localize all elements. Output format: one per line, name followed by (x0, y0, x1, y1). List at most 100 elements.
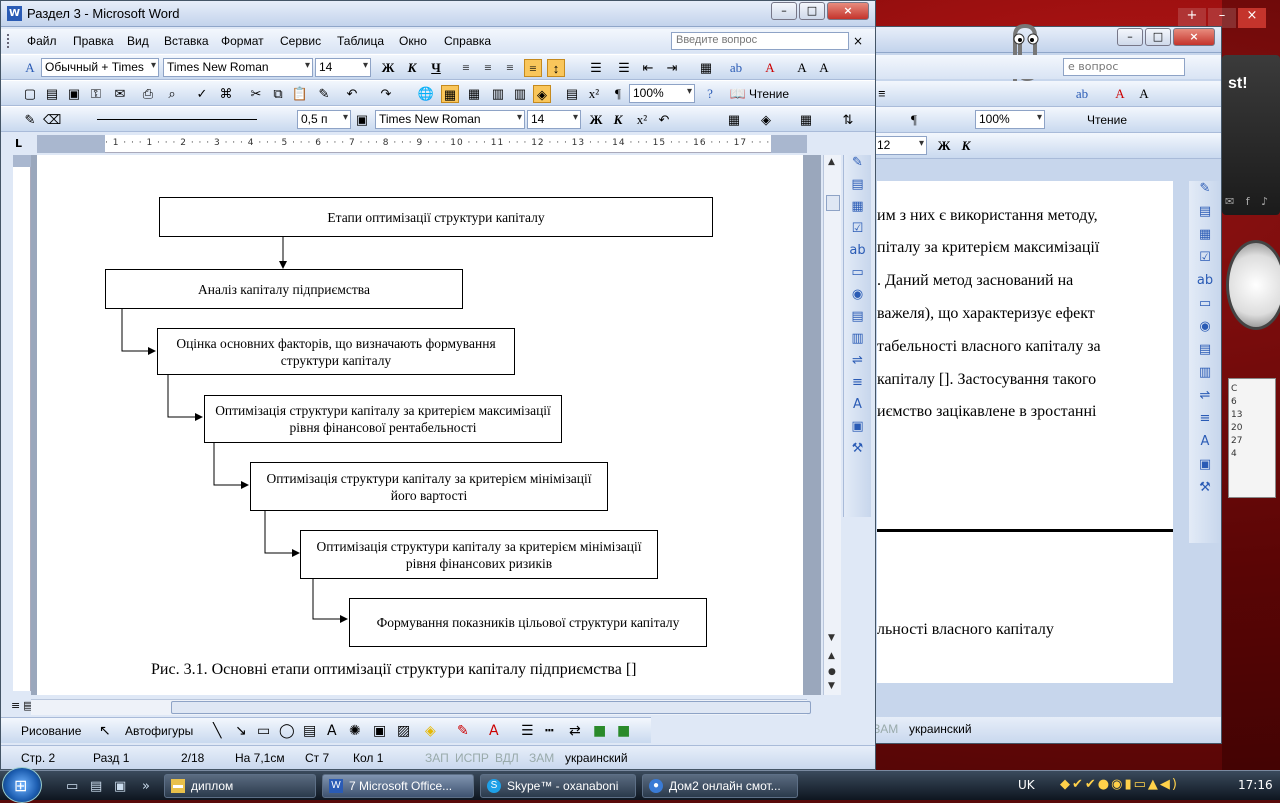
back-reading-button[interactable]: Чтение (1087, 113, 1127, 127)
menu-help[interactable]: Справка (444, 34, 491, 48)
clock-gadget[interactable] (1226, 240, 1280, 330)
gadget-banner[interactable]: st! (1222, 55, 1280, 215)
prev-page-icon[interactable]: ▲ (828, 651, 835, 661)
flow-box-risk[interactable]: Оптимізація структури капіталу за критер… (300, 530, 658, 579)
font-color-icon[interactable]: A (1111, 85, 1129, 103)
task-office[interactable]: W7 Microsoft Office... (322, 774, 474, 798)
radio-icon[interactable]: ◉ (844, 287, 871, 309)
close-icon[interactable]: × (1238, 8, 1266, 28)
menu-table[interactable]: Таблица (337, 34, 384, 48)
font-combo[interactable]: Times New Roman (163, 58, 313, 77)
paste-icon[interactable]: 📋 (291, 85, 309, 103)
menu-edit[interactable]: Правка (73, 34, 114, 48)
shrink-font-icon[interactable]: A (815, 59, 833, 77)
tool-icon[interactable]: ⇌ (1189, 388, 1221, 411)
back-document-page[interactable]: им з них є використання методу, піталу з… (877, 181, 1173, 683)
checkbox-icon[interactable]: ☑ (844, 221, 871, 243)
line-style-icon[interactable]: ☰ (521, 723, 534, 739)
drawing-font-combo[interactable]: Times New Roman (375, 110, 525, 129)
insert-excel-icon[interactable]: ▥ (489, 85, 507, 103)
next-page-icon[interactable]: ▼ (828, 681, 835, 691)
style-combo[interactable]: Обычный + Times (41, 58, 159, 77)
start-button[interactable]: ⊞ (2, 767, 42, 803)
reading-icon[interactable]: 📖 (729, 85, 747, 103)
table-icon[interactable]: ▦ (797, 111, 815, 129)
edit-icon[interactable]: ✎ (1189, 181, 1221, 204)
gadget-share-icons[interactable]: ✉ f ♪ (1225, 195, 1272, 208)
hyperlink-icon[interactable]: 🌐 (417, 85, 435, 103)
vertical-scrollbar[interactable]: ▲ ▼ ▲ ● ▼ (823, 155, 841, 695)
clipart-icon[interactable]: ▣ (373, 723, 386, 739)
fill-color-icon[interactable]: ◈ (425, 723, 436, 739)
highlight-icon[interactable]: ab (1073, 85, 1091, 103)
text-icon[interactable]: A (1189, 434, 1221, 457)
textbox-icon[interactable]: ▤ (303, 723, 316, 739)
picture-icon[interactable]: ▨ (397, 723, 410, 739)
draw-menu-button[interactable]: Рисование (21, 724, 81, 738)
save-icon[interactable]: ▣ (65, 85, 83, 103)
italic-icon[interactable]: К (609, 111, 627, 129)
menu-tools[interactable]: Сервис (280, 34, 321, 48)
draw-font-color-icon[interactable]: A (489, 723, 499, 739)
underline-button[interactable]: Ч (427, 59, 445, 77)
tool-icon[interactable]: ▥ (844, 331, 871, 353)
new-icon[interactable]: ▢ (21, 85, 39, 103)
draw-table-icon[interactable]: ✎ (21, 111, 39, 129)
autoshapes-button[interactable]: Автофигуры (125, 724, 193, 738)
flow-box-factors[interactable]: Оцінка основних факторів, що визначають … (157, 328, 515, 375)
increase-indent-icon[interactable]: ⇥ (663, 59, 681, 77)
columns-icon[interactable]: ▥ (511, 85, 529, 103)
help-search-input[interactable]: Введите вопрос (671, 32, 849, 50)
tool-icon[interactable]: ▭ (1189, 296, 1221, 319)
decrease-indent-icon[interactable]: ⇤ (639, 59, 657, 77)
print-preview-icon[interactable]: ⌕ (163, 85, 181, 103)
align-right-icon[interactable]: ≡ (501, 59, 519, 77)
tool-icon[interactable]: ⇌ (844, 353, 871, 375)
maximize-button[interactable]: □ (799, 2, 825, 20)
word-icon[interactable]: W (7, 6, 22, 21)
flow-box-profitability[interactable]: Оптимізація структури капіталу за критер… (204, 395, 562, 443)
browse-object-icon[interactable]: ● (828, 667, 836, 677)
document-map-icon[interactable]: ▤ (563, 85, 581, 103)
font-color-icon[interactable]: A (761, 59, 779, 77)
tool-icon[interactable]: ▤ (1189, 342, 1221, 365)
scroll-thumb[interactable] (826, 195, 840, 211)
textfield-icon[interactable]: ab (1189, 273, 1221, 296)
redo-icon[interactable]: ↷ (377, 85, 395, 103)
help-icon[interactable]: ? (701, 85, 719, 103)
minimize-button[interactable]: – (771, 2, 797, 20)
document-page[interactable]: Етапи оптимізації структури капіталу Ана… (37, 155, 803, 695)
grow-font-icon[interactable]: A (1135, 85, 1153, 103)
show-desktop-icon[interactable]: ▭ (66, 779, 78, 794)
status-ext[interactable]: ВДЛ (495, 751, 519, 765)
word-window[interactable]: W Раздел 3 - Microsoft Word – □ × Файл Пра… (0, 0, 876, 770)
cut-icon[interactable]: ✂ (247, 85, 265, 103)
tables-borders-icon[interactable]: ▦ (441, 85, 459, 103)
calendar-gadget[interactable]: С 6 13 20 27 4 (1228, 378, 1276, 498)
minimize-icon[interactable]: – (1208, 8, 1236, 28)
open-icon[interactable]: ▤ (43, 85, 61, 103)
3d-icon[interactable]: ■ (617, 723, 630, 739)
bold-icon[interactable]: Ж (935, 137, 953, 155)
border-color-icon[interactable]: ▣ (353, 111, 371, 129)
close-button[interactable]: × (1173, 28, 1215, 46)
horizontal-scrollbar[interactable] (31, 699, 811, 715)
tool-icon[interactable]: ▥ (1189, 365, 1221, 388)
dash-style-icon[interactable]: ┅ (545, 723, 553, 739)
language-indicator[interactable]: UK (1018, 778, 1035, 792)
justify-icon[interactable]: ≡ (524, 59, 542, 77)
align-left-icon[interactable]: ≡ (457, 59, 475, 77)
flow-box-stages[interactable]: Етапи оптимізації структури капіталу (159, 197, 713, 237)
undo-icon[interactable]: ↶ (343, 85, 361, 103)
tool-icon[interactable]: ≡ (844, 375, 871, 397)
status-rec[interactable]: ЗАП (425, 751, 449, 765)
document-area[interactable]: Етапи оптимізації структури капіталу Ана… (31, 155, 821, 695)
diagram-icon[interactable]: ✺ (349, 723, 361, 739)
flow-box-target-structure[interactable]: Формування показників цільової структури… (349, 598, 707, 647)
scroll-up-icon[interactable]: ▲ (828, 157, 835, 167)
styles-icon[interactable]: A (21, 59, 39, 77)
copy-icon[interactable]: ⧉ (269, 85, 287, 103)
flow-box-analysis[interactable]: Аналіз капіталу підприємства (105, 269, 463, 309)
reading-button[interactable]: Чтение (749, 87, 789, 101)
wordart-icon[interactable]: A (327, 723, 337, 739)
